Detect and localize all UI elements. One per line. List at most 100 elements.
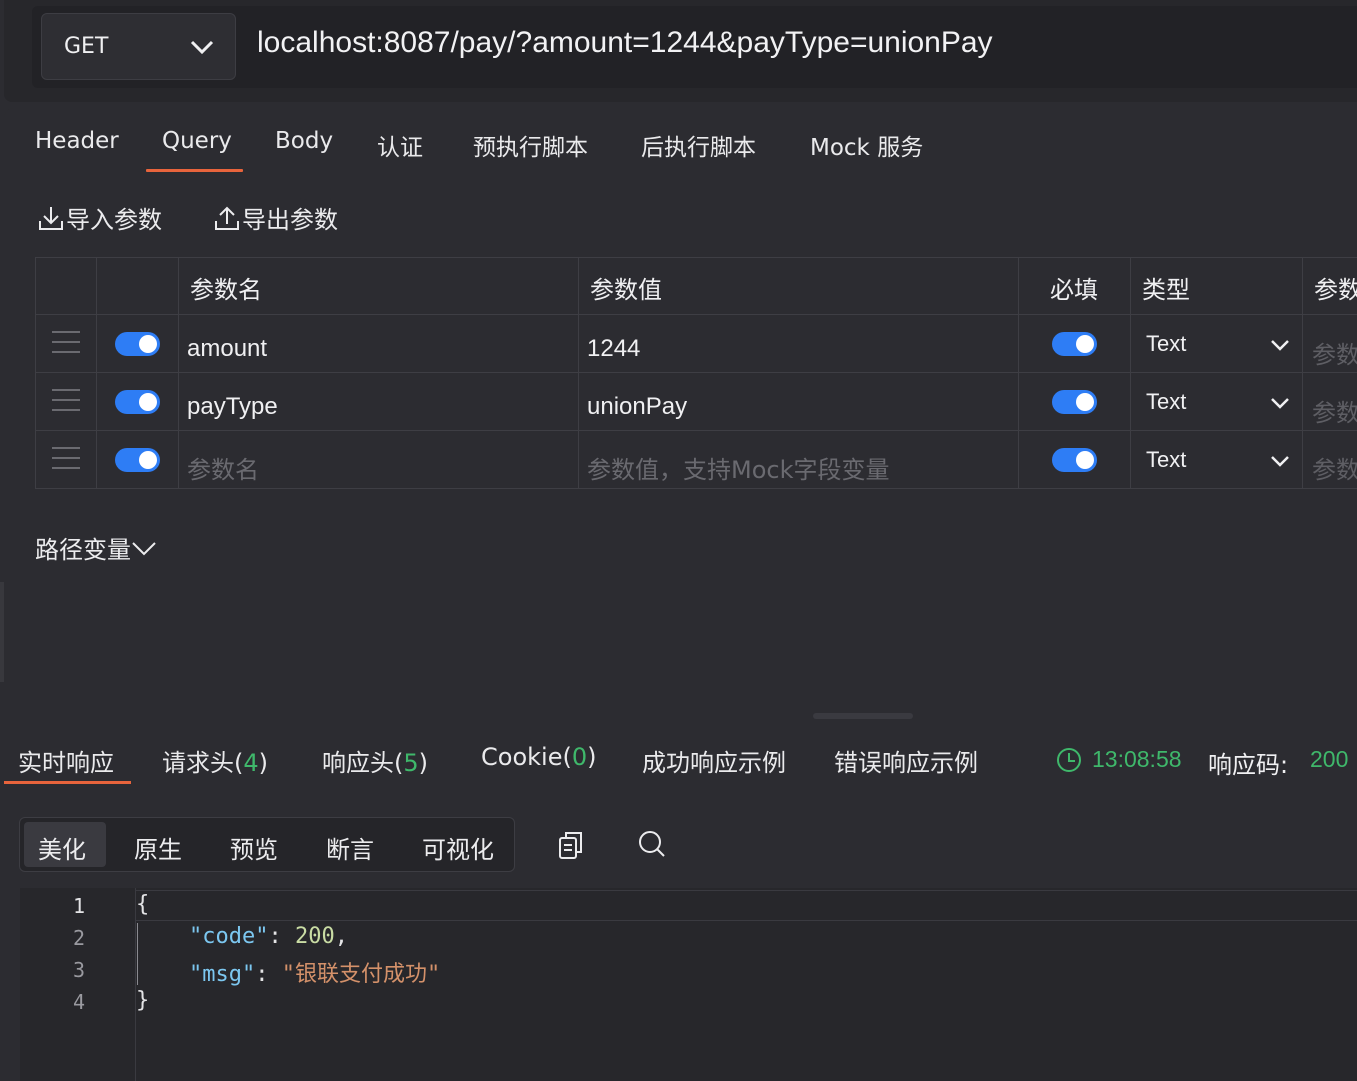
view-mode-visualize[interactable]: 可视化 bbox=[422, 830, 494, 865]
line-number: 1 bbox=[72, 894, 85, 918]
method-label: GET bbox=[64, 34, 109, 59]
import-params-label: 导入参数 bbox=[66, 206, 162, 234]
count-badge: 4 bbox=[243, 749, 259, 777]
tab-label: Cookie( bbox=[481, 743, 572, 771]
tab-label: 请求头( bbox=[162, 749, 244, 777]
required-toggle[interactable] bbox=[1052, 390, 1097, 414]
view-mode-assert[interactable]: 断言 bbox=[326, 830, 374, 865]
panel-splitter-handle[interactable] bbox=[813, 713, 913, 719]
header-description: 参数 bbox=[1314, 276, 1357, 304]
chevron-down-icon[interactable] bbox=[1269, 452, 1291, 470]
export-params-button[interactable]: 导出参数 bbox=[214, 200, 338, 235]
enable-toggle[interactable] bbox=[115, 390, 160, 414]
view-mode-switch: 美化 原生 预览 断言 可视化 bbox=[19, 817, 515, 872]
json-number: 200 bbox=[294, 924, 335, 949]
chevron-down-icon[interactable] bbox=[1269, 394, 1291, 412]
tab-cookie[interactable]: Cookie(0) bbox=[481, 743, 596, 771]
param-desc-cell[interactable]: 参数 bbox=[1312, 335, 1357, 370]
chevron-down-icon bbox=[190, 40, 214, 55]
left-edge-bar bbox=[0, 582, 4, 682]
param-name-input[interactable]: 参数名 bbox=[187, 450, 259, 485]
tab-response-headers[interactable]: 响应头(5) bbox=[322, 743, 428, 778]
tab-request-headers[interactable]: 请求头(4) bbox=[162, 743, 268, 778]
param-value-cell[interactable]: unionPay bbox=[587, 393, 687, 421]
required-toggle[interactable] bbox=[1052, 448, 1097, 472]
drag-handle-icon[interactable] bbox=[52, 389, 80, 411]
tab-query[interactable]: Query bbox=[162, 128, 232, 154]
path-variables-toggle[interactable]: 路径变量 bbox=[35, 530, 157, 565]
params-table: 参数名 参数值 必填 类型 参数 amount 1244 Text 参数 pay… bbox=[35, 257, 1357, 489]
tab-label-close: ) bbox=[587, 743, 597, 771]
param-name-cell[interactable]: payType bbox=[187, 393, 278, 421]
header-param-name: 参数名 bbox=[190, 276, 262, 304]
type-select[interactable]: Text bbox=[1146, 447, 1186, 473]
enable-toggle[interactable] bbox=[115, 448, 160, 472]
tab-pre-script[interactable]: 预执行脚本 bbox=[473, 128, 588, 162]
type-select[interactable]: Text bbox=[1146, 389, 1186, 415]
view-mode-beautify[interactable]: 美化 bbox=[38, 830, 86, 865]
tab-post-script[interactable]: 后执行脚本 bbox=[641, 128, 756, 162]
tab-body[interactable]: Body bbox=[275, 128, 333, 154]
tab-auth[interactable]: 认证 bbox=[377, 128, 423, 162]
upload-icon bbox=[215, 206, 239, 230]
export-params-label: 导出参数 bbox=[242, 206, 338, 234]
code-line: } bbox=[136, 988, 149, 1013]
json-key: "code" bbox=[188, 924, 269, 949]
tab-header[interactable]: Header bbox=[35, 128, 119, 154]
param-name-cell[interactable]: amount bbox=[187, 335, 267, 363]
tab-label-close: ) bbox=[418, 749, 429, 777]
copy-icon[interactable] bbox=[558, 830, 584, 860]
header-type: 类型 bbox=[1142, 276, 1190, 304]
tab-label-close: ) bbox=[258, 749, 269, 777]
path-variables-label: 路径变量 bbox=[35, 536, 131, 564]
chevron-down-icon bbox=[132, 541, 156, 555]
drag-handle-icon[interactable] bbox=[52, 447, 80, 469]
required-toggle[interactable] bbox=[1052, 332, 1097, 356]
row-divider bbox=[36, 314, 1357, 315]
param-desc-cell[interactable]: 参数 bbox=[1312, 393, 1357, 428]
active-response-tab-indicator bbox=[4, 781, 131, 784]
param-value-cell[interactable]: 1244 bbox=[587, 335, 640, 363]
tab-realtime-response[interactable]: 实时响应 bbox=[18, 743, 114, 778]
param-value-input[interactable]: 参数值，支持Mock字段变量 bbox=[587, 450, 889, 485]
download-icon bbox=[39, 206, 63, 230]
count-badge: 0 bbox=[571, 743, 588, 771]
tab-error-example[interactable]: 错误响应示例 bbox=[834, 743, 978, 778]
col-divider bbox=[178, 258, 179, 488]
type-select[interactable]: Text bbox=[1146, 331, 1186, 357]
col-divider bbox=[1018, 258, 1019, 488]
param-desc-input[interactable]: 参数 bbox=[1312, 450, 1357, 485]
view-mode-raw[interactable]: 原生 bbox=[134, 830, 182, 865]
col-divider bbox=[1130, 258, 1131, 488]
col-divider bbox=[578, 258, 579, 488]
header-param-value: 参数值 bbox=[590, 276, 662, 304]
status-code-value: 200 bbox=[1310, 746, 1349, 772]
drag-handle-icon[interactable] bbox=[52, 331, 80, 353]
header-required: 必填 bbox=[1050, 276, 1098, 304]
tab-success-example[interactable]: 成功响应示例 bbox=[642, 743, 786, 778]
current-line-highlight bbox=[136, 890, 1357, 921]
json-key: "msg" bbox=[188, 962, 256, 987]
view-mode-preview[interactable]: 预览 bbox=[230, 830, 278, 865]
col-divider bbox=[96, 258, 97, 488]
url-input[interactable]: localhost:8087/pay/?amount=1244&payType=… bbox=[257, 26, 993, 60]
response-time: 13:08:58 bbox=[1056, 746, 1182, 773]
tab-label: 响应头( bbox=[322, 749, 404, 777]
enable-toggle[interactable] bbox=[115, 332, 160, 356]
row-divider bbox=[36, 372, 1357, 373]
count-badge: 5 bbox=[403, 749, 419, 777]
response-time-value: 13:08:58 bbox=[1092, 746, 1182, 772]
col-divider bbox=[1302, 258, 1303, 488]
line-number: 2 bbox=[72, 926, 85, 950]
status-code-label: 响应码: bbox=[1208, 751, 1289, 779]
row-divider bbox=[36, 430, 1357, 431]
method-select[interactable]: GET bbox=[41, 13, 236, 80]
tab-mock-service[interactable]: Mock 服务 bbox=[810, 128, 923, 162]
code-line: { bbox=[136, 892, 149, 917]
json-brace: { bbox=[136, 892, 150, 917]
chevron-down-icon[interactable] bbox=[1269, 336, 1291, 354]
search-icon[interactable] bbox=[638, 830, 666, 858]
code-line: "code": 200, bbox=[188, 924, 348, 949]
clock-icon bbox=[1057, 747, 1081, 772]
import-params-button[interactable]: 导入参数 bbox=[38, 200, 162, 235]
